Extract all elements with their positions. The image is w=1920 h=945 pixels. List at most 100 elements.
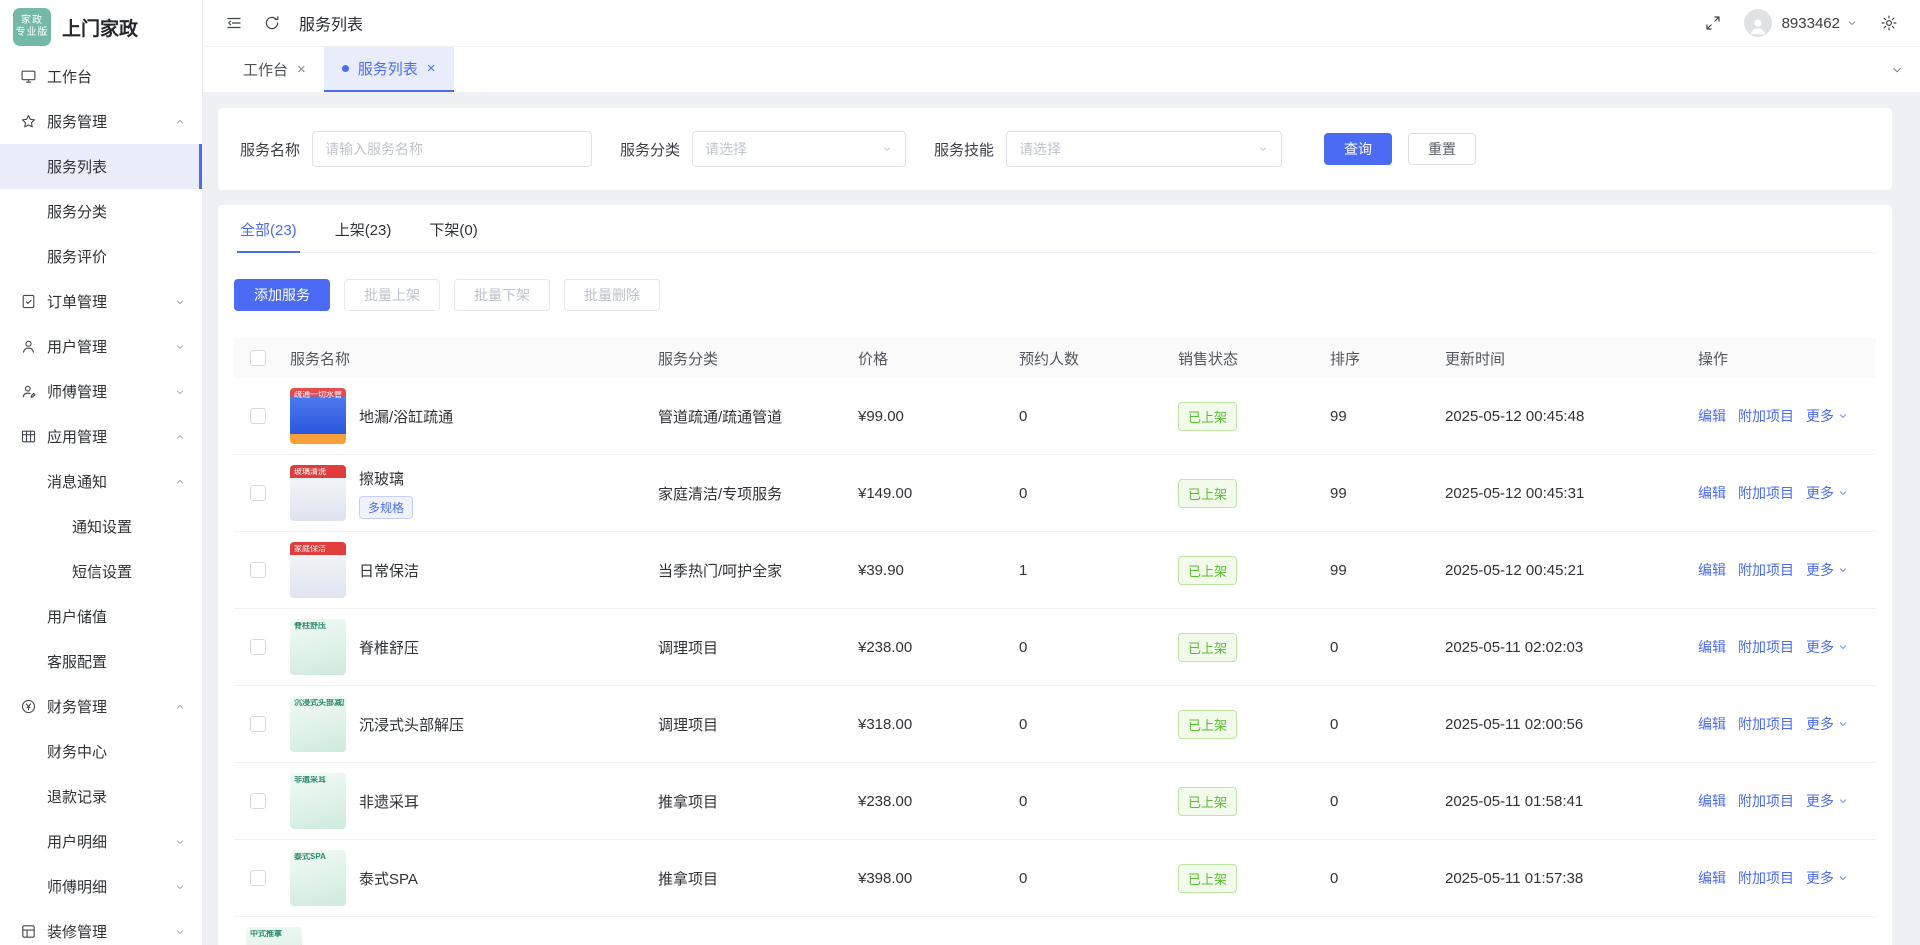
- row-actions: 编辑 附加项目 更多: [1698, 560, 1876, 580]
- sidebar-item-service-review[interactable]: 服务评价: [0, 234, 202, 279]
- edit-link[interactable]: 编辑: [1698, 791, 1726, 811]
- chevron-icon: [174, 386, 186, 398]
- tab-all[interactable]: 全部(23): [240, 219, 297, 252]
- fullscreen-icon[interactable]: [1704, 14, 1722, 32]
- table-body: 疏通一切水管 地漏/浴缸疏通 管道疏通/疏通管道 ¥99.00 0 已上架 99…: [234, 378, 1876, 945]
- close-icon[interactable]: ×: [427, 61, 436, 76]
- sidebar-item-app-mgmt[interactable]: 应用管理: [0, 414, 202, 459]
- edit-link[interactable]: 编辑: [1698, 637, 1726, 657]
- skill-select[interactable]: 请选择: [1006, 131, 1282, 167]
- service-name-input[interactable]: [312, 131, 592, 167]
- service-thumbnail: 玻璃清洗: [290, 465, 346, 521]
- tab-service-list[interactable]: 服务列表 ×: [324, 47, 454, 92]
- category-select[interactable]: 请选择: [692, 131, 906, 167]
- sidebar-item-finance-mgmt[interactable]: 财务管理: [0, 684, 202, 729]
- tab-off-shelf[interactable]: 下架(0): [429, 219, 477, 252]
- chevron-down-icon: [1837, 872, 1849, 884]
- more-link[interactable]: 更多: [1806, 406, 1849, 426]
- workspace-tabbar: 工作台 × 服务列表 ×: [203, 47, 1920, 93]
- more-link[interactable]: 更多: [1806, 637, 1849, 657]
- sidebar-item-customer-service-config[interactable]: 客服配置: [0, 639, 202, 684]
- addon-link[interactable]: 附加项目: [1738, 483, 1794, 503]
- select-all-checkbox[interactable]: [250, 350, 266, 366]
- edit-link[interactable]: 编辑: [1698, 483, 1726, 503]
- tab-workbench[interactable]: 工作台 ×: [225, 47, 324, 92]
- batch-off-shelf-button[interactable]: 批量下架: [454, 279, 550, 311]
- avatar[interactable]: [1744, 9, 1772, 37]
- chevron-down-icon: [1837, 795, 1849, 807]
- sidebar-item-notify-settings[interactable]: 通知设置: [0, 504, 202, 549]
- sidebar-item-master-mgmt[interactable]: 师傅管理: [0, 369, 202, 414]
- refresh-icon[interactable]: [263, 14, 281, 32]
- row-checkbox[interactable]: [250, 485, 266, 501]
- search-button[interactable]: 查询: [1324, 133, 1392, 165]
- more-link[interactable]: 更多: [1806, 868, 1849, 888]
- batch-delete-button[interactable]: 批量删除: [564, 279, 660, 311]
- status-badge: 已上架: [1178, 479, 1237, 508]
- service-thumbnail: 疏通一切水管: [290, 388, 346, 444]
- sidebar-item-refund-records[interactable]: 退款记录: [0, 774, 202, 819]
- sidebar-item-decoration-mgmt[interactable]: 装修管理: [0, 909, 202, 945]
- more-link[interactable]: 更多: [1806, 560, 1849, 580]
- user-chevron-down-icon[interactable]: [1846, 17, 1858, 29]
- chevron-icon: [174, 296, 186, 308]
- add-service-button[interactable]: 添加服务: [234, 279, 330, 311]
- service-name-cell: 泰式SPA 泰式SPA: [278, 850, 658, 906]
- chevron-down-icon: [1837, 410, 1849, 422]
- more-link[interactable]: 更多: [1806, 483, 1849, 503]
- service-price: ¥99.00: [858, 408, 1019, 425]
- filter-name-label: 服务名称: [240, 139, 300, 160]
- service-name-cell: 沉浸式头部减压 沉浸式头部解压: [278, 696, 658, 752]
- sidebar-item-sms-settings[interactable]: 短信设置: [0, 549, 202, 594]
- close-icon[interactable]: ×: [297, 62, 306, 77]
- row-checkbox[interactable]: [250, 639, 266, 655]
- sidebar-item-workbench[interactable]: 工作台: [0, 54, 202, 99]
- reset-button[interactable]: 重置: [1408, 133, 1476, 165]
- addon-link[interactable]: 附加项目: [1738, 560, 1794, 580]
- sidebar-fold-icon[interactable]: [225, 14, 243, 32]
- tabbar-chevron-down-icon[interactable]: [1890, 47, 1904, 92]
- sidebar-item-user-stored-value[interactable]: 用户储值: [0, 594, 202, 639]
- sidebar-item-user-mgmt[interactable]: 用户管理: [0, 324, 202, 369]
- booking-count: 0: [1019, 485, 1178, 502]
- sidebar-item-message-notify[interactable]: 消息通知: [0, 459, 202, 504]
- sidebar-item-finance-center[interactable]: 财务中心: [0, 729, 202, 774]
- chevron-icon: [174, 926, 186, 938]
- row-checkbox[interactable]: [250, 793, 266, 809]
- sidebar-item-order-mgmt[interactable]: 订单管理: [0, 279, 202, 324]
- sidebar-item-master-details[interactable]: 师傅明细: [0, 864, 202, 909]
- row-checkbox[interactable]: [250, 716, 266, 732]
- sidebar-item-service-category[interactable]: 服务分类: [0, 189, 202, 234]
- edit-link[interactable]: 编辑: [1698, 406, 1726, 426]
- row-checkbox[interactable]: [250, 408, 266, 424]
- decor-icon: [20, 923, 37, 940]
- batch-on-shelf-button[interactable]: 批量上架: [344, 279, 440, 311]
- service-price: ¥398.00: [858, 870, 1019, 887]
- page-title: 服务列表: [299, 11, 363, 35]
- sort-value: 0: [1330, 639, 1445, 656]
- table-header: 服务名称 服务分类 价格 预约人数 销售状态 排序 更新时间 操作: [234, 338, 1876, 378]
- edit-link[interactable]: 编辑: [1698, 714, 1726, 734]
- addon-link[interactable]: 附加项目: [1738, 791, 1794, 811]
- addon-link[interactable]: 附加项目: [1738, 714, 1794, 734]
- edit-link[interactable]: 编辑: [1698, 560, 1726, 580]
- addon-link[interactable]: 附加项目: [1738, 406, 1794, 426]
- table-row: 疏通一切水管 地漏/浴缸疏通 管道疏通/疏通管道 ¥99.00 0 已上架 99…: [234, 378, 1876, 455]
- addon-link[interactable]: 附加项目: [1738, 868, 1794, 888]
- edit-link[interactable]: 编辑: [1698, 868, 1726, 888]
- table-row: 非遗采耳 非遗采耳 推拿项目 ¥238.00 0 已上架 0 2025-05-1…: [234, 763, 1876, 840]
- addon-link[interactable]: 附加项目: [1738, 637, 1794, 657]
- username[interactable]: 8933462: [1782, 15, 1840, 32]
- sidebar-item-user-details[interactable]: 用户明细: [0, 819, 202, 864]
- more-link[interactable]: 更多: [1806, 714, 1849, 734]
- row-checkbox[interactable]: [250, 870, 266, 886]
- row-checkbox[interactable]: [250, 562, 266, 578]
- gear-icon[interactable]: [1880, 14, 1898, 32]
- sidebar-item-service-list[interactable]: 服务列表: [0, 144, 202, 189]
- updated-time: 2025-05-11 01:58:41: [1445, 793, 1698, 810]
- sort-value: 0: [1330, 793, 1445, 810]
- more-link[interactable]: 更多: [1806, 791, 1849, 811]
- tab-on-shelf[interactable]: 上架(23): [335, 219, 392, 252]
- service-thumbnail: 泰式SPA: [290, 850, 346, 906]
- sidebar-item-service-mgmt[interactable]: 服务管理: [0, 99, 202, 144]
